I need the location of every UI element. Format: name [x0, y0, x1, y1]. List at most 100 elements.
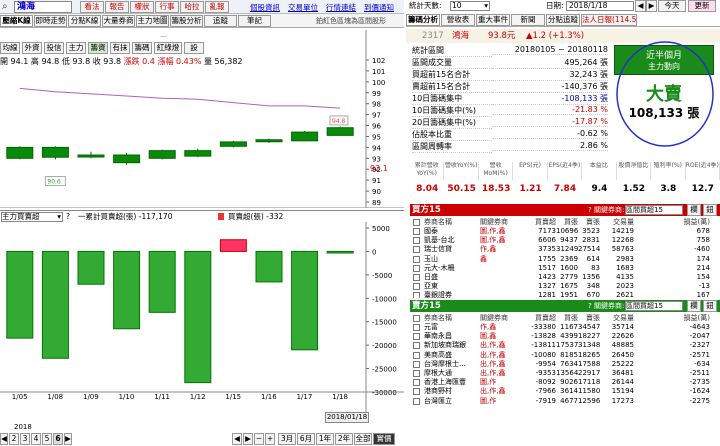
page-button-6[interactable]: 6 — [53, 433, 63, 445]
vol-bar[interactable] — [113, 250, 141, 330]
sell-cell-0[interactable]: 元富 — [424, 323, 480, 332]
sell-cell-0[interactable]: 華南永昌 — [424, 332, 480, 341]
scroll-right-button[interactable]: ▶ — [243, 433, 253, 445]
buy-filter-select[interactable]: 區間買超15 — [625, 205, 683, 215]
page-button-2[interactable]: 2 — [9, 433, 19, 445]
buy-col-4[interactable]: 賣張 — [578, 217, 600, 227]
candle-body[interactable] — [77, 154, 105, 158]
buy-btn-a[interactable]: 欄 — [687, 204, 701, 216]
top-button-5[interactable]: 亂報 — [205, 1, 229, 13]
date-input[interactable]: 2018/1/18 — [566, 1, 634, 11]
buy-checkbox-all[interactable] — [413, 219, 420, 226]
vol-bar[interactable] — [255, 250, 283, 283]
range-button-0[interactable]: 3月 — [278, 433, 296, 445]
buy-col-1[interactable]: 關鍵券商 — [480, 217, 524, 227]
buy-cell-0[interactable]: 臺銀證券 — [424, 291, 480, 298]
range-button-1[interactable]: 6月 — [297, 433, 315, 445]
right-tab-5[interactable]: 法人日報(114.5元) — [581, 14, 637, 26]
buy-col-0[interactable]: 券商名稱 — [424, 217, 480, 227]
candle-body[interactable] — [113, 154, 141, 164]
page-button-3[interactable]: 3 — [20, 433, 30, 445]
right-tab-3[interactable]: 新聞 — [511, 14, 545, 26]
left-tab-0[interactable]: 壓縮K線 — [0, 15, 33, 27]
right-tab-1[interactable]: 營收表 — [441, 14, 475, 26]
sell-row-checkbox[interactable] — [413, 379, 420, 387]
search-icon[interactable]: ⌕ — [2, 1, 14, 13]
page-next-button[interactable]: ▶ — [64, 433, 72, 445]
candle-body[interactable] — [291, 131, 319, 142]
candlestick-chart[interactable]: 102101100999897969594939291908994.890.69… — [0, 30, 404, 208]
vol-bar[interactable] — [326, 250, 354, 254]
buy-row-checkbox[interactable] — [413, 283, 420, 291]
vol-bar[interactable] — [148, 250, 176, 313]
sell-cell-0[interactable]: 新加坡商瑞銀 — [424, 341, 480, 350]
top-button-2[interactable]: 權狀 — [130, 1, 154, 13]
candle-body[interactable] — [184, 150, 212, 157]
sell-row-checkbox[interactable] — [413, 370, 420, 377]
sell-row-checkbox[interactable] — [413, 333, 420, 341]
buy-col-6[interactable]: 損益(萬) — [634, 217, 714, 227]
buy-col-2[interactable]: 買賣超 — [524, 217, 556, 227]
candle-body[interactable] — [255, 139, 283, 143]
left-tab-2[interactable]: 分點K線 — [68, 15, 101, 27]
sell-cell-0[interactable]: 港商野村 — [424, 387, 480, 396]
candle-body[interactable] — [148, 150, 176, 159]
buy-cell-0[interactable]: 凱基-台北 — [424, 236, 480, 245]
top-link-1[interactable]: 交易單位 — [288, 2, 318, 13]
range-button-2[interactable]: 1年 — [316, 433, 334, 445]
sell-cell-0[interactable]: 香港上海匯豐 — [424, 378, 480, 387]
vol-bar[interactable] — [219, 239, 247, 252]
top-link-2[interactable]: 行情連結 — [326, 2, 356, 13]
sell-checkbox-all[interactable] — [413, 315, 420, 322]
buy-row-checkbox[interactable] — [413, 292, 420, 298]
sell-row-checkbox[interactable] — [413, 388, 420, 396]
buy-row-checkbox[interactable] — [413, 237, 420, 245]
buy-row-checkbox[interactable] — [413, 246, 420, 254]
sell-col-4[interactable]: 賣張 — [578, 313, 600, 323]
buy-col-3[interactable]: 買張 — [556, 217, 578, 227]
sell-row-checkbox[interactable] — [413, 360, 420, 368]
top-button-3[interactable]: 行事 — [155, 1, 179, 13]
buy-btn-b[interactable]: 鈕 — [703, 204, 717, 216]
left-tab-1[interactable]: 即時走勢 — [34, 15, 67, 27]
page-button-5[interactable]: 5 — [42, 433, 52, 445]
left-tab-5[interactable]: 籌股分析 — [170, 15, 203, 27]
top-button-1[interactable]: 報告 — [105, 1, 129, 13]
sell-col-1[interactable]: 關鍵券商 — [480, 313, 524, 323]
sell-cell-0[interactable]: 摩根大通 — [424, 369, 480, 378]
top-link-0[interactable]: 個股資訊 — [250, 2, 280, 13]
sell-col-2[interactable]: 買賣超 — [524, 313, 556, 323]
sell-cell-0[interactable]: 台灣摩根士... — [424, 360, 480, 369]
vol-bar[interactable] — [41, 250, 69, 359]
left-tab-4[interactable]: 主力地圖 — [136, 15, 169, 27]
scroll-left-button[interactable]: ◀ — [232, 433, 242, 445]
sell-row-checkbox[interactable] — [413, 324, 420, 331]
buy-col-5[interactable]: 交易量 — [600, 217, 634, 227]
vol-bar[interactable] — [291, 250, 319, 351]
left-tab-3[interactable]: 大量券商 — [102, 15, 135, 27]
buy-sell-bar-chart[interactable]: 5000 0 -5000 -10000 -15000 -20000 -25000 -30000… — [0, 222, 404, 412]
buy-cell-0[interactable]: 玉山 — [424, 255, 480, 264]
next-date-button[interactable]: ▶ — [646, 0, 657, 12]
buy-row-checkbox[interactable] — [413, 264, 420, 272]
right-tab-2[interactable]: 重大事件 — [476, 14, 510, 26]
page-prev-button[interactable]: ◀ — [0, 433, 8, 445]
help-icon[interactable]: ? — [66, 212, 70, 222]
update-button[interactable]: 更新 — [688, 0, 716, 12]
buy-cell-0[interactable]: 日盛 — [424, 273, 480, 282]
buy-cell-0[interactable]: 元大-木柵 — [424, 264, 480, 273]
vol-bar[interactable] — [184, 250, 212, 384]
sell-row-checkbox[interactable] — [413, 351, 420, 359]
buy-cell-0[interactable]: 亞東 — [424, 282, 480, 291]
candle-body[interactable] — [6, 146, 34, 159]
top-button-4[interactable]: 哈拉 — [180, 1, 204, 13]
left-tab-7[interactable]: 筆記 — [238, 15, 271, 27]
sell-col-6[interactable]: 損益(萬) — [634, 313, 714, 323]
sell-col-0[interactable]: 券商名稱 — [424, 313, 480, 323]
buy-cell-0[interactable]: 瑞士信貸 — [424, 245, 480, 254]
zoom-in-icon[interactable]: + — [265, 433, 275, 445]
sell-cell-0[interactable]: 美商高盛 — [424, 351, 480, 360]
right-tab-4[interactable]: 分點追蹤 — [546, 14, 580, 26]
indicator-select[interactable]: 主力買賣超 ▾ — [1, 212, 63, 222]
sell-cell-0[interactable]: 台灣匯立 — [424, 397, 480, 406]
